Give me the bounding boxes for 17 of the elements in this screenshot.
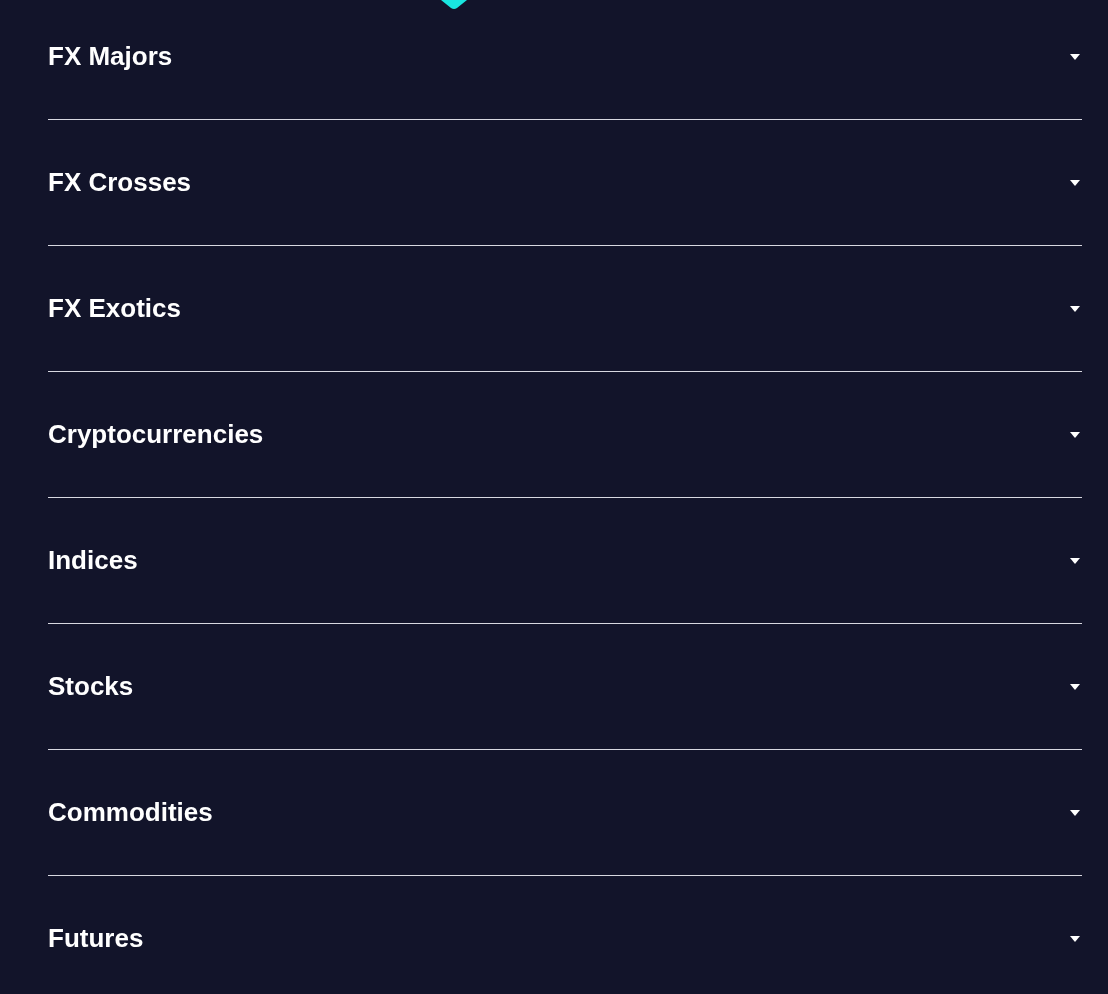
- accordion-header[interactable]: Cryptocurrencies: [48, 372, 1082, 498]
- accordion-header[interactable]: Futures: [48, 876, 1082, 994]
- caret-icon: [1070, 935, 1080, 942]
- caret-icon: [1070, 557, 1080, 564]
- accordion-header[interactable]: Commodities: [48, 750, 1082, 876]
- caret-icon: [1070, 431, 1080, 438]
- caret-icon: [1070, 809, 1080, 816]
- drop-icon: [441, 0, 467, 9]
- accordion-header[interactable]: FX Exotics: [48, 246, 1082, 372]
- caret-icon: [1070, 53, 1080, 60]
- caret-icon: [1070, 305, 1080, 312]
- caret-icon: [1070, 179, 1080, 186]
- caret-icon: [1070, 683, 1080, 690]
- accordion-header[interactable]: Stocks: [48, 624, 1082, 750]
- accordion-header[interactable]: FX Crosses: [48, 120, 1082, 246]
- accordion-header[interactable]: FX Majors: [48, 0, 1082, 120]
- accordion-header[interactable]: Indices: [48, 498, 1082, 624]
